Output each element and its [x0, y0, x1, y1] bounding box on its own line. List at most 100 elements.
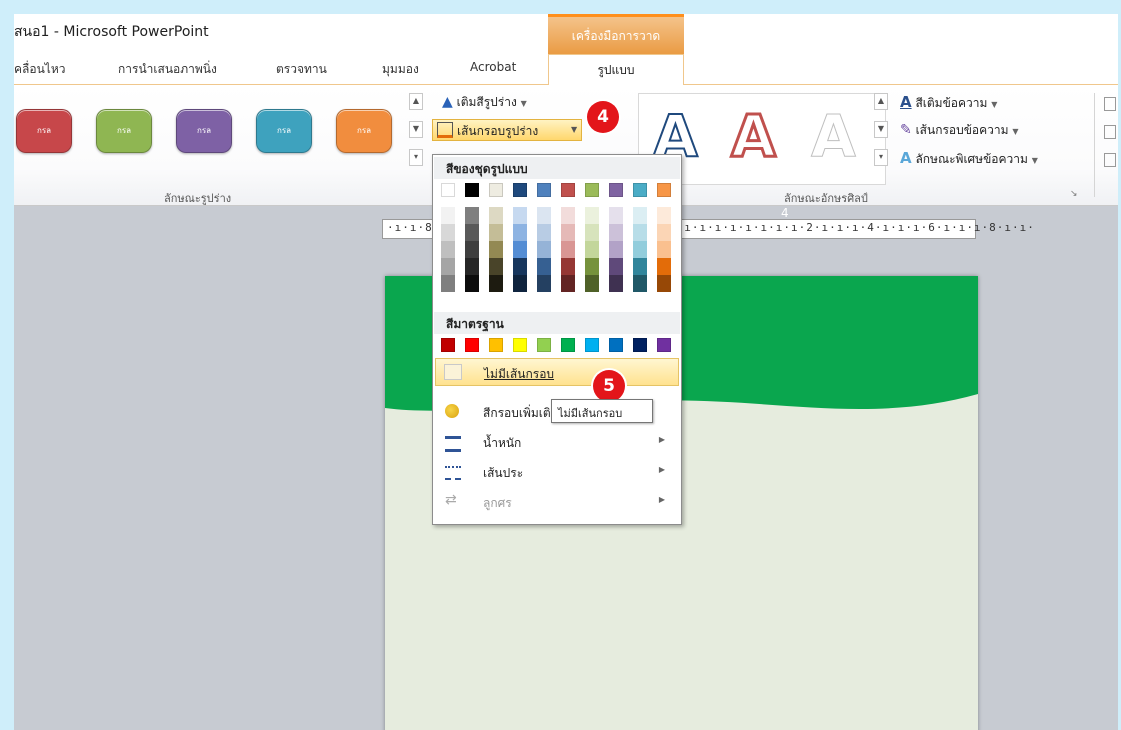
wordart-down-icon[interactable]: ▼	[874, 121, 888, 138]
wordart-more-icon[interactable]: ▾	[874, 149, 888, 166]
tab-slide-show[interactable]: การนำเสนอภาพนิ่ง	[118, 60, 217, 79]
theme-color-swatch[interactable]	[441, 183, 455, 197]
theme-shade-swatch[interactable]	[489, 275, 503, 292]
theme-shade-swatch[interactable]	[489, 207, 503, 224]
standard-color-swatch[interactable]	[609, 338, 623, 352]
theme-shade-swatch[interactable]	[585, 241, 599, 258]
wordart-outline-red[interactable]: A	[730, 101, 778, 172]
standard-color-swatch[interactable]	[537, 338, 551, 352]
theme-color-swatch[interactable]	[465, 183, 479, 197]
standard-color-swatch[interactable]	[585, 338, 599, 352]
tab-animations[interactable]: คลื่อนไหว	[14, 60, 65, 79]
theme-shade-swatch[interactable]	[441, 275, 455, 292]
tab-review[interactable]: ตรวจทาน	[276, 60, 327, 79]
theme-shade-swatch[interactable]	[537, 241, 551, 258]
theme-shade-swatch[interactable]	[465, 241, 479, 258]
text-outline-button[interactable]: ✎ เส้นกรอบข้อความ ▼	[900, 121, 1019, 140]
theme-shade-swatch[interactable]	[585, 275, 599, 292]
gallery-more-icon[interactable]: ▾	[409, 149, 423, 166]
shape-style-swatch[interactable]: กรล	[176, 109, 232, 153]
theme-shade-swatch[interactable]	[537, 224, 551, 241]
theme-color-swatch[interactable]	[585, 183, 599, 197]
theme-shade-swatch[interactable]	[609, 275, 623, 292]
theme-color-swatch[interactable]	[657, 183, 671, 197]
theme-shade-swatch[interactable]	[609, 224, 623, 241]
theme-shade-swatch[interactable]	[537, 258, 551, 275]
shape-style-swatch[interactable]: กรล	[16, 109, 72, 153]
shape-style-swatch[interactable]: กรล	[336, 109, 392, 153]
theme-shade-swatch[interactable]	[489, 224, 503, 241]
standard-color-swatch[interactable]	[561, 338, 575, 352]
wordart-outline-gray[interactable]: A	[811, 102, 857, 171]
theme-shade-swatch[interactable]	[609, 241, 623, 258]
standard-color-swatch[interactable]	[465, 338, 479, 352]
wordart-up-icon[interactable]: ▲	[874, 93, 888, 110]
theme-shade-swatch[interactable]	[441, 241, 455, 258]
arrange-icon[interactable]	[1104, 125, 1116, 139]
theme-shade-swatch[interactable]	[537, 275, 551, 292]
weight-item[interactable]: น้ำหนัก ▶	[435, 428, 679, 456]
gallery-up-icon[interactable]: ▲	[409, 93, 423, 110]
theme-shade-swatch[interactable]	[561, 207, 575, 224]
tab-view[interactable]: มุมมอง	[382, 60, 419, 79]
theme-shade-swatch[interactable]	[561, 224, 575, 241]
shape-outline-button[interactable]: เส้นกรอบรูปร่าง ▼	[432, 119, 582, 141]
theme-shade-swatch[interactable]	[609, 258, 623, 275]
shape-style-swatch[interactable]: กรล	[96, 109, 152, 153]
theme-shade-swatch[interactable]	[633, 241, 647, 258]
arrange-icon[interactable]	[1104, 153, 1116, 167]
theme-shade-swatch[interactable]	[465, 207, 479, 224]
theme-shade-swatch[interactable]	[561, 275, 575, 292]
theme-shade-swatch[interactable]	[561, 258, 575, 275]
gallery-down-icon[interactable]: ▼	[409, 121, 423, 138]
theme-shade-swatch[interactable]	[513, 275, 527, 292]
tab-format[interactable]: รูปแบบ	[548, 54, 684, 85]
theme-shade-swatch[interactable]	[441, 258, 455, 275]
theme-shade-swatch[interactable]	[585, 258, 599, 275]
text-fill-button[interactable]: A สีเติมข้อความ ▼	[900, 93, 997, 113]
theme-color-swatch[interactable]	[633, 183, 647, 197]
shape-style-swatch[interactable]: กรล	[256, 109, 312, 153]
theme-shade-swatch[interactable]	[465, 258, 479, 275]
standard-color-swatch[interactable]	[657, 338, 671, 352]
theme-shade-swatch[interactable]	[465, 224, 479, 241]
theme-shade-swatch[interactable]	[513, 224, 527, 241]
theme-shade-swatch[interactable]	[657, 258, 671, 275]
theme-shade-swatch[interactable]	[657, 224, 671, 241]
theme-shade-swatch[interactable]	[657, 275, 671, 292]
theme-color-swatch[interactable]	[561, 183, 575, 197]
standard-color-swatch[interactable]	[633, 338, 647, 352]
theme-color-swatch[interactable]	[513, 183, 527, 197]
theme-shade-swatch[interactable]	[633, 207, 647, 224]
theme-shade-swatch[interactable]	[513, 241, 527, 258]
theme-shade-swatch[interactable]	[489, 258, 503, 275]
standard-color-swatch[interactable]	[489, 338, 503, 352]
arrange-icon[interactable]	[1104, 97, 1116, 111]
theme-shade-swatch[interactable]	[513, 258, 527, 275]
theme-shade-swatch[interactable]	[561, 241, 575, 258]
theme-shade-swatch[interactable]	[585, 207, 599, 224]
tab-acrobat[interactable]: Acrobat	[470, 60, 516, 74]
theme-shade-swatch[interactable]	[441, 224, 455, 241]
theme-shade-swatch[interactable]	[633, 258, 647, 275]
theme-shade-swatch[interactable]	[633, 275, 647, 292]
theme-shade-swatch[interactable]	[465, 275, 479, 292]
theme-shade-swatch[interactable]	[585, 224, 599, 241]
standard-color-swatch[interactable]	[513, 338, 527, 352]
theme-shade-swatch[interactable]	[537, 207, 551, 224]
theme-shade-swatch[interactable]	[633, 224, 647, 241]
theme-shade-swatch[interactable]	[609, 207, 623, 224]
theme-color-swatch[interactable]	[537, 183, 551, 197]
dialog-launcher-icon[interactable]: ↘	[1070, 189, 1078, 199]
standard-color-swatch[interactable]	[441, 338, 455, 352]
theme-shade-swatch[interactable]	[441, 207, 455, 224]
theme-shade-swatch[interactable]	[657, 241, 671, 258]
theme-shade-swatch[interactable]	[489, 241, 503, 258]
no-outline-item[interactable]: ไม่มีเส้นกรอบ	[435, 358, 679, 386]
theme-shade-swatch[interactable]	[513, 207, 527, 224]
text-effects-button[interactable]: A ลักษณะพิเศษข้อความ ▼	[900, 149, 1038, 169]
shape-fill-button[interactable]: ▲ เติมสีรูปร่าง ▼	[442, 93, 527, 112]
dashes-item[interactable]: เส้นประ ▶	[435, 458, 679, 486]
theme-color-swatch[interactable]	[609, 183, 623, 197]
theme-color-swatch[interactable]	[489, 183, 503, 197]
